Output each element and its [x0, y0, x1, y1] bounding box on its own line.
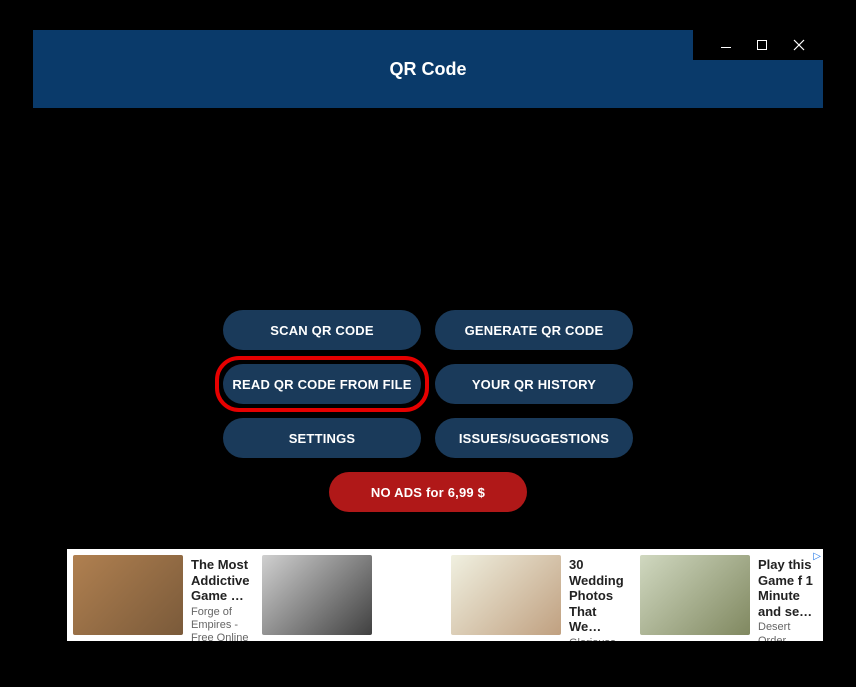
ad-subtext: Free Online Game [191, 632, 250, 641]
ad-subtext: Forge of Empires - [191, 606, 250, 632]
read-qr-from-file-button[interactable]: READ QR CODE FROM FILE [223, 364, 421, 404]
ad-item[interactable] [256, 549, 445, 641]
ad-text: Play this Game f 1 Minute and se… Desert… [758, 555, 817, 635]
adchoices-icon[interactable]: ▷ [813, 551, 821, 562]
ad-headline: Play this Game f 1 Minute and se… [758, 557, 817, 619]
menu-row: SETTINGS ISSUES/SUGGESTIONS [223, 418, 633, 458]
generate-qr-button[interactable]: GENERATE QR CODE [435, 310, 633, 350]
maximize-icon[interactable] [757, 40, 767, 50]
ad-subtext: Desert Order [758, 621, 817, 641]
menu-row: NO ADS for 6,99 $ [329, 472, 527, 512]
ad-banner[interactable]: The Most Addictive Game … Forge of Empir… [67, 549, 823, 641]
ad-item[interactable]: 30 Wedding Photos That We… Gloriousa [445, 549, 634, 641]
ad-subtext: Gloriousa [569, 637, 628, 641]
main-menu: SCAN QR CODE GENERATE QR CODE READ QR CO… [0, 310, 856, 512]
menu-row: SCAN QR CODE GENERATE QR CODE [223, 310, 633, 350]
ad-thumbnail [262, 555, 372, 635]
ad-thumbnail [73, 555, 183, 635]
highlighted-frame: READ QR CODE FROM FILE [215, 356, 429, 412]
ad-item[interactable]: Play this Game f 1 Minute and se… Desert… [634, 549, 823, 641]
ad-headline: The Most Addictive Game … [191, 557, 250, 604]
settings-button[interactable]: SETTINGS [223, 418, 421, 458]
ad-text: The Most Addictive Game … Forge of Empir… [191, 555, 250, 635]
menu-row: READ QR CODE FROM FILE YOUR QR HISTORY [223, 364, 633, 404]
ad-thumbnail [451, 555, 561, 635]
scan-qr-button[interactable]: SCAN QR CODE [223, 310, 421, 350]
ad-item[interactable]: The Most Addictive Game … Forge of Empir… [67, 549, 256, 641]
qr-history-button[interactable]: YOUR QR HISTORY [435, 364, 633, 404]
close-icon[interactable] [793, 39, 805, 51]
issues-button[interactable]: ISSUES/SUGGESTIONS [435, 418, 633, 458]
page-title: QR Code [389, 59, 466, 80]
ad-headline: 30 Wedding Photos That We… [569, 557, 628, 635]
no-ads-button[interactable]: NO ADS for 6,99 $ [329, 472, 527, 512]
ad-text: 30 Wedding Photos That We… Gloriousa [569, 555, 628, 635]
minimize-icon[interactable] [721, 47, 731, 48]
window-controls [693, 30, 823, 60]
ad-thumbnail [640, 555, 750, 635]
